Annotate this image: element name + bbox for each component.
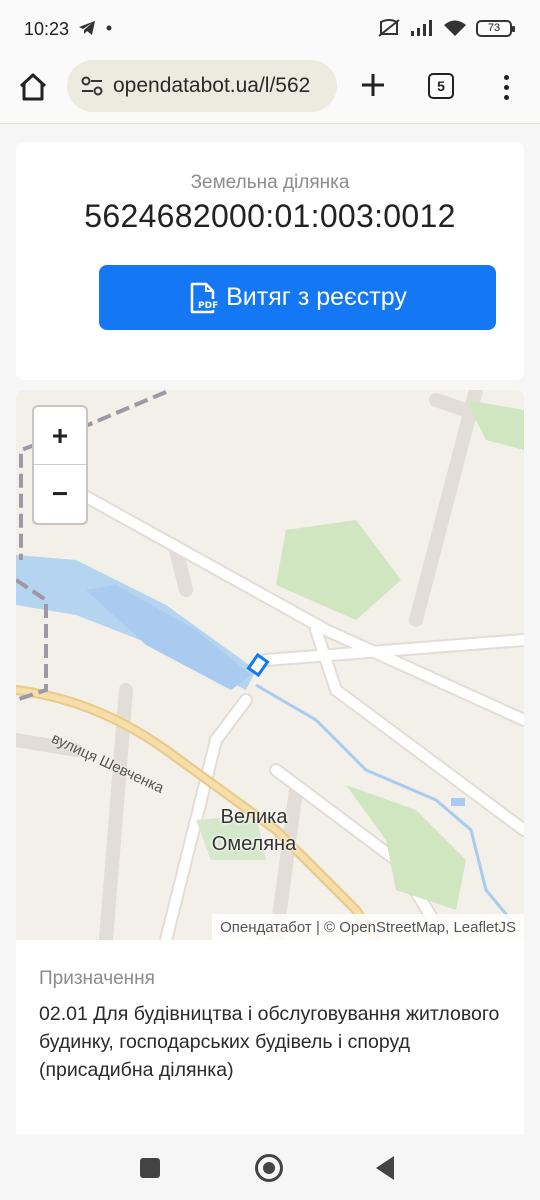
- wifi-icon: [444, 20, 466, 36]
- purpose-label: Призначення: [39, 968, 155, 989]
- plot-label: Земельна ділянка: [190, 172, 350, 193]
- url-text: opendatabot.ua/l/562: [113, 74, 311, 97]
- cadastral-number: 5624682000:01:003:0012: [84, 198, 456, 234]
- plot-card: Земельна ділянка 5624682000:01:003:0012 …: [16, 142, 524, 380]
- overflow-menu-button[interactable]: [494, 70, 518, 104]
- purpose-text: 02.01 Для будівництва і обслуговування ж…: [39, 1003, 500, 1081]
- status-system-icons: 73: [377, 18, 515, 38]
- status-bar: 10:23 73: [0, 0, 540, 58]
- menu-dot-icon: [503, 74, 509, 80]
- zoom-in-button[interactable]: +: [34, 407, 86, 465]
- new-tab-button[interactable]: [356, 68, 390, 102]
- map-attribution[interactable]: Опендатабот | © OpenStreetMap, LeafletJS: [212, 914, 524, 940]
- system-nav-bar: [0, 1134, 540, 1200]
- recents-button[interactable]: [140, 1158, 160, 1178]
- tab-switcher-button[interactable]: 5: [428, 73, 454, 99]
- tab-count: 5: [437, 78, 445, 94]
- pdf-file-icon: PDF: [190, 282, 219, 313]
- silent-mode-icon: [378, 19, 400, 37]
- map-place-line1: Велика: [220, 806, 288, 828]
- plus-icon: [362, 74, 384, 96]
- status-notifications: [78, 20, 112, 36]
- address-bar[interactable]: opendatabot.ua/l/562: [67, 60, 337, 112]
- site-settings-icon[interactable]: [81, 76, 103, 96]
- purpose-card: Призначення 02.01 Для будівництва і обсл…: [16, 940, 524, 1134]
- back-button[interactable]: [376, 1156, 394, 1180]
- battery-level: 73: [487, 22, 501, 34]
- zoom-control: + −: [32, 405, 88, 525]
- browser-toolbar: opendatabot.ua/l/562 5: [0, 58, 540, 124]
- battery-icon: 73: [476, 19, 515, 37]
- map-place-label: Велика Омеляна: [194, 804, 314, 858]
- registry-extract-label: Витяг з реєстру: [226, 283, 407, 311]
- zoom-out-button[interactable]: −: [34, 465, 86, 523]
- signal-icon: [411, 20, 432, 36]
- map-place-line2: Омеляна: [211, 833, 297, 855]
- home-icon: [19, 73, 47, 101]
- status-time: 10:23: [24, 19, 70, 39]
- registry-extract-button[interactable]: PDF Витяг з реєстру: [99, 265, 496, 330]
- home-nav-button[interactable]: [255, 1154, 283, 1182]
- home-button[interactable]: [16, 70, 50, 104]
- pdf-icon-label: PDF: [198, 301, 218, 311]
- menu-dot-icon: [503, 94, 509, 100]
- dot-icon: [106, 25, 112, 31]
- map-view[interactable]: + − вулиця Шевченка Велика Омеляна Опенд…: [16, 390, 524, 940]
- telegram-icon: [79, 21, 95, 35]
- menu-dot-icon: [503, 84, 509, 90]
